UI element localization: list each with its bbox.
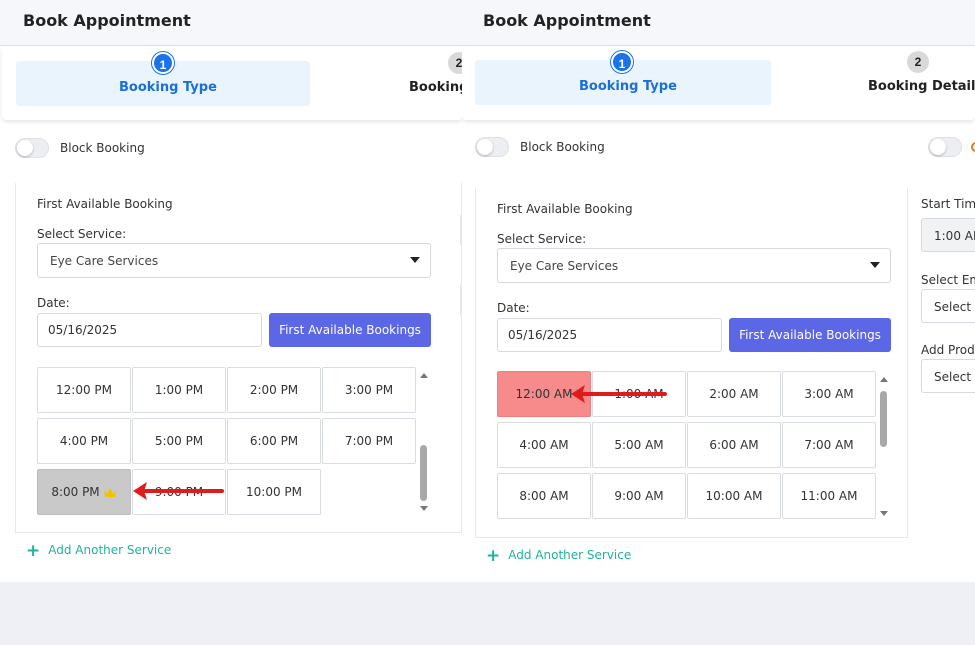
time-slot[interactable]: 8:00 AM xyxy=(497,473,591,519)
employee-placeholder: Select I xyxy=(934,300,975,314)
time-slot[interactable]: 10:00 AM xyxy=(687,473,781,519)
caret-down-icon xyxy=(410,257,420,263)
select-service-label: Select Service: xyxy=(497,232,587,246)
product-placeholder: Select I xyxy=(934,370,975,384)
step-number: 1 xyxy=(611,51,633,73)
red-arrow-annotation xyxy=(133,482,224,500)
plus-icon: + xyxy=(486,546,501,566)
stepper: 1 Booking Type 2 Booking Details xyxy=(462,47,975,120)
slot-scrollbar[interactable] xyxy=(419,373,429,513)
caret-down-icon xyxy=(870,262,880,268)
start-time-label: Start Tim xyxy=(921,197,975,211)
date-label: Date: xyxy=(37,296,70,310)
section-heading: First Available Booking xyxy=(37,197,173,211)
block-booking-toggle[interactable] xyxy=(475,137,509,157)
step-label-booking-details[interactable]: Booking xyxy=(409,80,462,95)
divider xyxy=(460,285,461,315)
product-label: Add Prod xyxy=(921,343,975,357)
service-select-value: Eye Care Services xyxy=(510,259,619,273)
date-label: Date: xyxy=(497,301,530,315)
block-booking-label: Block Booking xyxy=(60,141,145,155)
time-slot-label: 8:00 PM xyxy=(51,485,100,499)
page-title: Book Appointment xyxy=(483,11,651,30)
date-value: 05/16/2025 xyxy=(48,323,118,337)
page-title: Book Appointment xyxy=(23,11,191,30)
time-slot[interactable]: 2:00 AM xyxy=(687,371,781,417)
employee-select[interactable]: Select I xyxy=(921,289,975,323)
time-slot[interactable]: 6:00 AM xyxy=(687,422,781,468)
product-select[interactable]: Select I xyxy=(921,359,975,393)
time-slot[interactable]: 9:00 AM xyxy=(592,473,686,519)
service-select[interactable]: Eye Care Services xyxy=(497,248,891,283)
slot-scrollbar[interactable] xyxy=(879,377,889,519)
start-time-value: 1:00 AM xyxy=(934,229,975,243)
scroll-thumb[interactable] xyxy=(420,445,427,501)
step-number: 1 xyxy=(152,52,174,74)
add-another-service-link[interactable]: + Add Another Service xyxy=(26,541,171,561)
time-slot[interactable]: 1:00 PM xyxy=(132,367,226,413)
date-input[interactable]: 05/16/2025 xyxy=(37,313,262,347)
time-slot[interactable]: 12:00 PM xyxy=(37,367,131,413)
date-input[interactable]: 05/16/2025 xyxy=(497,318,722,352)
step-label: Booking Type xyxy=(119,80,217,95)
time-slot[interactable]: 3:00 AM xyxy=(782,371,876,417)
crown-icon xyxy=(103,488,116,497)
block-booking-label: Block Booking xyxy=(520,140,605,154)
scroll-up-icon[interactable] xyxy=(420,373,428,378)
first-available-bookings-button[interactable]: First Available Bookings xyxy=(729,318,891,352)
time-slot-selected[interactable]: 8:00 PM xyxy=(37,469,131,515)
service-select[interactable]: Eye Care Services xyxy=(37,243,431,278)
step-label: Booking Type xyxy=(579,79,677,94)
time-slot[interactable]: 5:00 PM xyxy=(132,418,226,464)
first-available-bookings-button[interactable]: First Available Bookings xyxy=(269,313,431,347)
time-slot[interactable]: 10:00 PM xyxy=(227,469,321,515)
time-slot[interactable]: 2:00 PM xyxy=(227,367,321,413)
add-service-label: Add Another Service xyxy=(48,543,172,557)
secondary-toggle[interactable] xyxy=(928,137,962,157)
right-booking-panel: Book Appointment 1 Booking Type 2 Bookin… xyxy=(462,0,975,582)
step-label-booking-details[interactable]: Booking Details xyxy=(868,79,975,94)
time-slot[interactable]: 6:00 PM xyxy=(227,418,321,464)
scroll-down-icon[interactable] xyxy=(420,506,428,511)
panel-header: Book Appointment xyxy=(462,0,975,46)
left-booking-panel: Book Appointment 1 Booking Type 2 Bookin… xyxy=(0,0,462,582)
time-slot[interactable]: 7:00 PM xyxy=(322,418,416,464)
select-service-label: Select Service: xyxy=(37,227,127,241)
panel-header: Book Appointment xyxy=(0,0,462,46)
add-another-service-link[interactable]: + Add Another Service xyxy=(486,546,631,566)
scroll-thumb[interactable] xyxy=(880,391,887,447)
time-slot[interactable]: 3:00 PM xyxy=(322,367,416,413)
service-select-value: Eye Care Services xyxy=(50,254,159,268)
step-number: 2 xyxy=(448,52,462,74)
time-slot[interactable]: 4:00 PM xyxy=(37,418,131,464)
employee-label: Select Em xyxy=(921,273,975,287)
section-heading: First Available Booking xyxy=(497,202,633,216)
scroll-up-icon[interactable] xyxy=(880,377,888,382)
stepper: 1 Booking Type 2 Booking xyxy=(2,47,462,120)
time-slot[interactable]: 5:00 AM xyxy=(592,422,686,468)
cut-off-toggle-label xyxy=(971,142,975,152)
time-slot-grid: 12:00 AM 1:00 AM 2:00 AM 3:00 AM 4:00 AM… xyxy=(497,371,879,523)
time-slot-grid: 12:00 PM 1:00 PM 2:00 PM 3:00 PM 4:00 PM… xyxy=(37,367,419,519)
scroll-down-icon[interactable] xyxy=(880,511,888,516)
time-slot[interactable]: 4:00 AM xyxy=(497,422,591,468)
divider xyxy=(460,215,461,245)
step-number: 2 xyxy=(907,51,929,73)
start-time-input[interactable]: 1:00 AM xyxy=(921,218,975,252)
time-slot[interactable]: 11:00 AM xyxy=(782,473,876,519)
red-arrow-annotation xyxy=(571,385,667,403)
plus-icon: + xyxy=(26,541,41,561)
add-service-label: Add Another Service xyxy=(508,548,632,562)
time-slot[interactable]: 7:00 AM xyxy=(782,422,876,468)
date-value: 05/16/2025 xyxy=(508,328,578,342)
block-booking-toggle[interactable] xyxy=(15,138,49,158)
